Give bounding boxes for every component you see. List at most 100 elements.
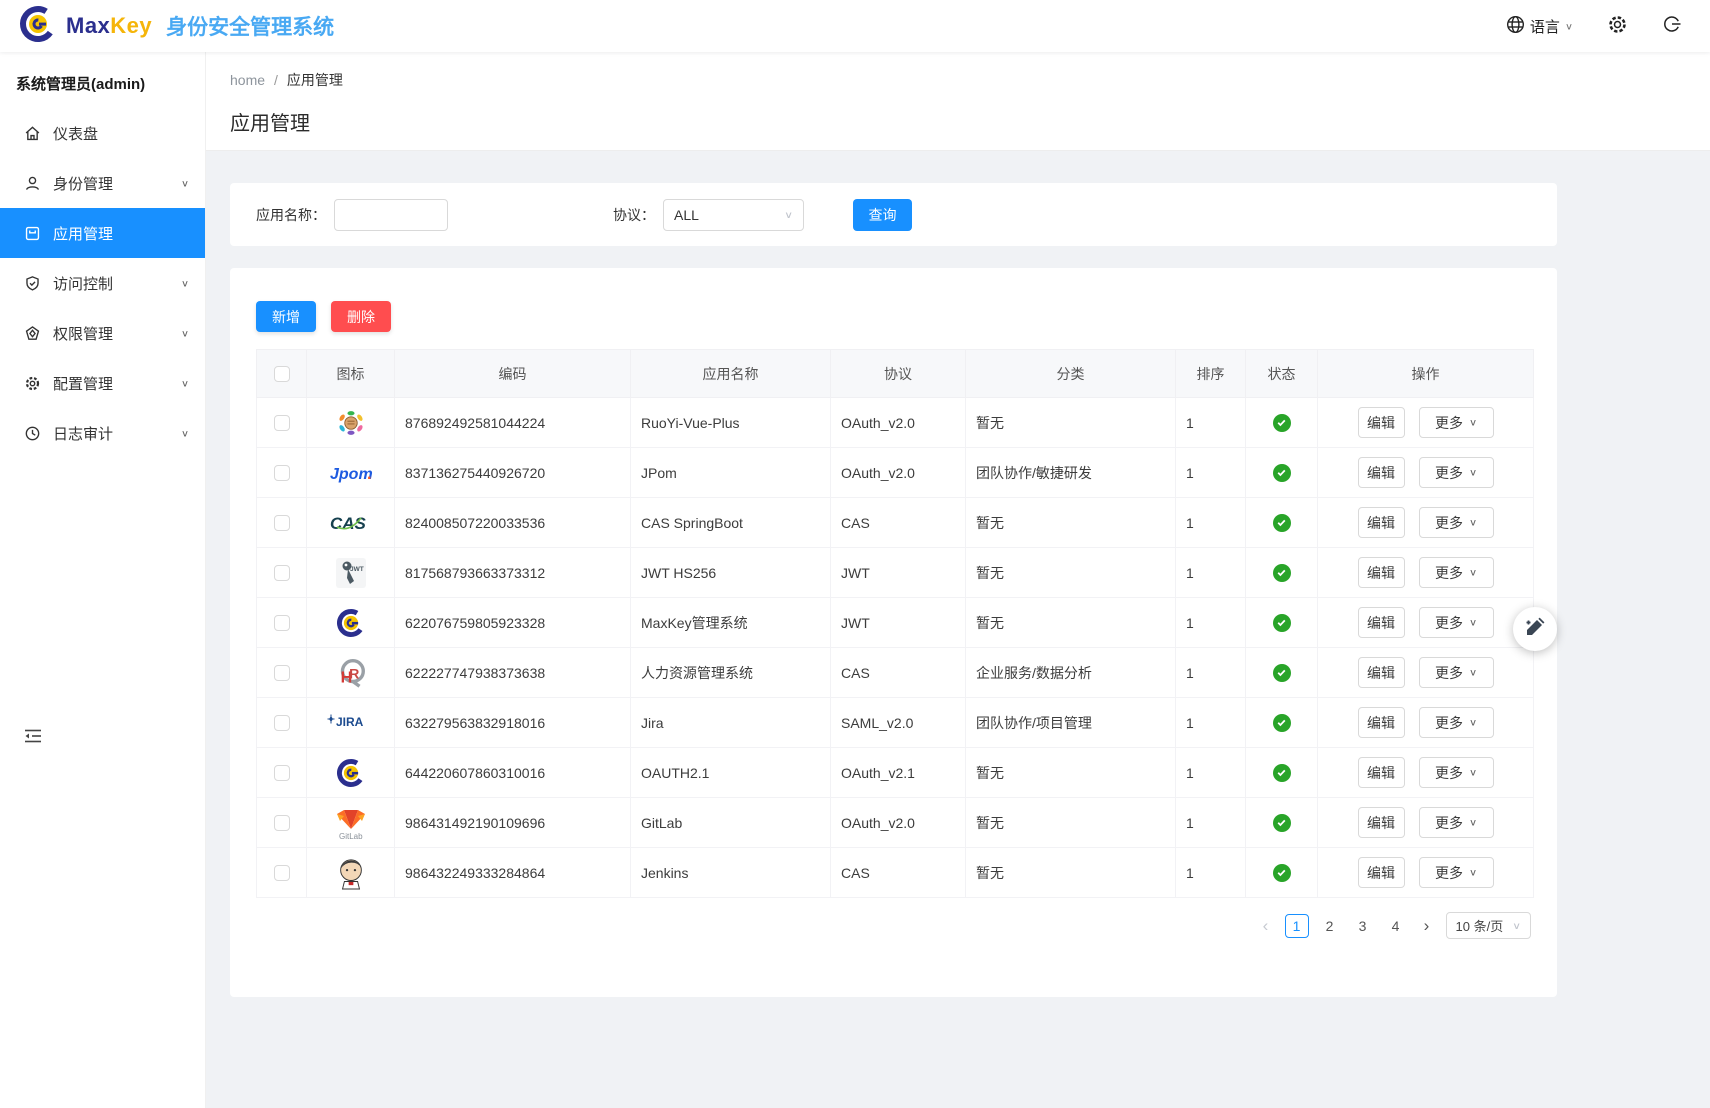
breadcrumb-current: 应用管理 — [287, 70, 343, 90]
sidebar-item-app[interactable]: 应用管理 — [0, 208, 205, 258]
chevron-down-icon: ∨ — [181, 377, 189, 388]
edit-button[interactable]: 编辑 — [1358, 557, 1405, 588]
row-select-cell — [257, 698, 307, 748]
edit-button[interactable]: 编辑 — [1358, 757, 1405, 788]
more-button[interactable]: 更多∨ — [1419, 857, 1494, 888]
edit-button[interactable]: 编辑 — [1358, 807, 1405, 838]
app-sort: 1 — [1176, 398, 1246, 448]
app-icon-jenkins — [307, 856, 394, 890]
select-all-checkbox[interactable] — [274, 366, 290, 382]
app-sort: 1 — [1176, 598, 1246, 648]
status-enabled-icon — [1273, 814, 1291, 832]
pagination-page-2[interactable]: 2 — [1318, 914, 1342, 938]
row-checkbox[interactable] — [274, 415, 290, 431]
app-icon-cell: GitLab — [307, 798, 395, 848]
app-sort: 1 — [1176, 448, 1246, 498]
svg-text:CAS: CAS — [330, 514, 367, 533]
row-checkbox[interactable] — [274, 565, 290, 581]
sidebar-item-badge[interactable]: 权限管理∨ — [0, 308, 205, 358]
more-button[interactable]: 更多∨ — [1419, 607, 1494, 638]
more-button[interactable]: 更多∨ — [1419, 707, 1494, 738]
row-select-cell — [257, 798, 307, 848]
sidebar-item-gear[interactable]: 配置管理∨ — [0, 358, 205, 408]
language-switcher[interactable]: 语言 ∨ — [1506, 15, 1573, 38]
app-category: 暂无 — [966, 798, 1176, 848]
chevron-down-icon: ∨ — [1469, 417, 1477, 428]
pagination-page-1[interactable]: 1 — [1285, 914, 1309, 938]
app-name-input[interactable] — [334, 199, 448, 231]
row-checkbox[interactable] — [274, 715, 290, 731]
column-header: 排序 — [1176, 350, 1246, 398]
status-enabled-icon — [1273, 514, 1291, 532]
row-checkbox[interactable] — [274, 465, 290, 481]
pagination-page-4[interactable]: 4 — [1384, 914, 1408, 938]
edit-button[interactable]: 编辑 — [1358, 607, 1405, 638]
row-actions-cell: 编辑更多∨ — [1318, 848, 1534, 898]
row-checkbox[interactable] — [274, 815, 290, 831]
more-button-label: 更多 — [1435, 413, 1463, 433]
chevron-down-icon: ∨ — [1469, 867, 1477, 878]
more-button[interactable]: 更多 ∨ — [1419, 407, 1494, 438]
edit-button[interactable]: 编辑 — [1358, 857, 1405, 888]
status-enabled-icon — [1273, 614, 1291, 632]
more-button-label: 更多 — [1435, 713, 1463, 733]
protocol-label: 协议： — [613, 205, 655, 225]
query-button[interactable]: 查询 — [853, 199, 912, 231]
app-code: 986432249333284864 — [395, 848, 631, 898]
app-icon-cell: HR — [307, 648, 395, 698]
more-button[interactable]: 更多∨ — [1419, 657, 1494, 688]
app-category: 暂无 — [966, 748, 1176, 798]
sidebar-item-shield[interactable]: 访问控制∨ — [0, 258, 205, 308]
table-row: 876892492581044224RuoYi-Vue-PlusOAuth_v2… — [257, 398, 1534, 448]
row-checkbox[interactable] — [274, 765, 290, 781]
row-checkbox[interactable] — [274, 665, 290, 681]
sidebar-item-home[interactable]: 仪表盘 — [0, 108, 205, 158]
shield-icon — [24, 275, 41, 292]
row-checkbox[interactable] — [274, 865, 290, 881]
pagination-next[interactable]: › — [1417, 916, 1437, 936]
more-button[interactable]: 更多∨ — [1419, 507, 1494, 538]
edit-button[interactable]: 编辑 — [1358, 657, 1405, 688]
pagination-page-3[interactable]: 3 — [1351, 914, 1375, 938]
logout-button[interactable] — [1662, 14, 1682, 38]
app-code: 622076759805923328 — [395, 598, 631, 648]
page-size-select[interactable]: 10 条/页∨ — [1446, 912, 1531, 939]
sidebar-item-user[interactable]: 身份管理∨ — [0, 158, 205, 208]
row-actions-cell: 编辑更多∨ — [1318, 698, 1534, 748]
row-checkbox[interactable] — [274, 515, 290, 531]
chevron-down-icon: ∨ — [181, 427, 189, 438]
more-button[interactable]: 更多∨ — [1419, 807, 1494, 838]
more-button[interactable]: 更多∨ — [1419, 457, 1494, 488]
app-protocol: OAuth_v2.0 — [831, 398, 966, 448]
row-select-cell — [257, 598, 307, 648]
pagination-prev[interactable]: ‹ — [1256, 916, 1276, 936]
page-size-value: 10 条/页 — [1456, 916, 1504, 935]
more-button[interactable]: 更多∨ — [1419, 757, 1494, 788]
settings-button[interactable] — [1607, 14, 1628, 39]
sidebar-item-clock[interactable]: 日志审计∨ — [0, 408, 205, 458]
more-button[interactable]: 更多∨ — [1419, 557, 1494, 588]
svg-text:JIRA: JIRA — [336, 715, 364, 729]
app-icon-cell: JWT — [307, 548, 395, 598]
app-icon-cell: JIRA — [307, 698, 395, 748]
app-name: OAUTH2.1 — [631, 748, 831, 798]
protocol-select[interactable]: ALL ∨ — [663, 199, 804, 231]
edit-button[interactable]: 编辑 — [1358, 707, 1405, 738]
app-name: JPom — [631, 448, 831, 498]
breadcrumb-home-link[interactable]: home — [230, 72, 265, 88]
status-enabled-icon — [1273, 764, 1291, 782]
add-button[interactable]: 新增 — [256, 301, 316, 332]
delete-button[interactable]: 删除 — [331, 301, 391, 332]
edit-button[interactable]: 编辑 — [1358, 507, 1405, 538]
sidebar-item-label: 应用管理 — [53, 223, 189, 244]
sidebar-collapse-button[interactable] — [24, 728, 42, 749]
app-protocol: CAS — [831, 498, 966, 548]
app-status-cell — [1246, 548, 1318, 598]
table-row: JIRA632279563832918016JiraSAML_v2.0团队协作/… — [257, 698, 1534, 748]
row-actions-cell: 编辑更多∨ — [1318, 498, 1534, 548]
floating-tool-button[interactable] — [1513, 607, 1557, 651]
row-checkbox[interactable] — [274, 615, 290, 631]
edit-button[interactable]: 编辑 — [1358, 457, 1405, 488]
edit-button[interactable]: 编辑 — [1358, 407, 1405, 438]
app-category: 暂无 — [966, 848, 1176, 898]
